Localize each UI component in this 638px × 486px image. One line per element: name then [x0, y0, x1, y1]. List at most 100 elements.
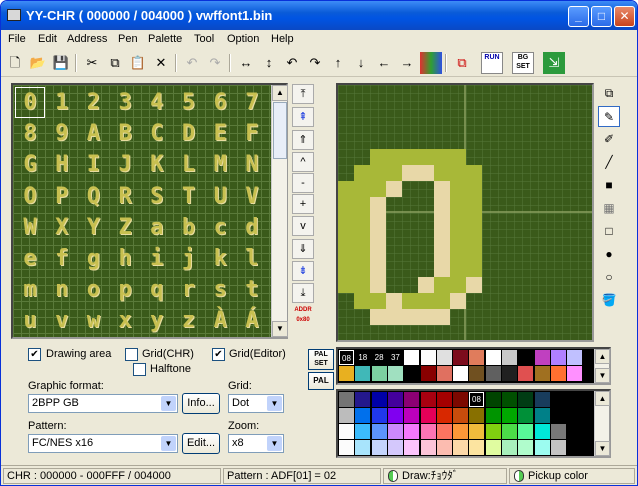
color-cell[interactable]: [404, 392, 420, 407]
scroll-up-button[interactable]: ▲: [272, 85, 288, 101]
tile-51[interactable]: p: [110, 274, 140, 305]
tile-25[interactable]: P: [47, 181, 77, 212]
tile-35[interactable]: Z: [110, 212, 140, 243]
tile-47[interactable]: l: [237, 243, 267, 274]
color-cell[interactable]: [518, 408, 534, 423]
menu-option[interactable]: Option: [227, 33, 259, 45]
tile-57[interactable]: v: [47, 305, 77, 336]
tile-scrollbar[interactable]: ▲ ▼: [271, 85, 288, 337]
copy-icon[interactable]: ⧉: [104, 52, 126, 74]
info-button[interactable]: Info...: [182, 393, 220, 414]
palette-swatch[interactable]: [436, 366, 452, 381]
tile-14[interactable]: E: [205, 118, 235, 149]
tile-5[interactable]: 5: [174, 87, 204, 118]
run-button[interactable]: RUN: [481, 52, 503, 74]
color-cell[interactable]: [453, 440, 469, 455]
new-icon[interactable]: 🗋: [4, 52, 26, 74]
color-cell[interactable]: [453, 408, 469, 423]
tile-17[interactable]: H: [47, 149, 77, 180]
palette-swatch[interactable]: [485, 350, 501, 365]
color-cell[interactable]: [371, 424, 387, 439]
palette-swatch[interactable]: [469, 350, 485, 365]
tile-26[interactable]: Q: [78, 181, 108, 212]
palette-swatch[interactable]: [502, 350, 517, 365]
tile-42[interactable]: g: [78, 243, 108, 274]
color-cell[interactable]: [436, 408, 452, 423]
circle-tool-icon[interactable]: ○: [598, 267, 620, 288]
palette-swatch[interactable]: [387, 366, 403, 381]
color-cell[interactable]: [534, 408, 550, 423]
palette-swatch[interactable]: [485, 366, 501, 381]
filled-rect-tool-icon[interactable]: ■: [598, 175, 620, 196]
tile-8[interactable]: 8: [15, 118, 45, 149]
color-cell[interactable]: [420, 440, 436, 455]
tile-54[interactable]: s: [205, 274, 235, 305]
tile-28[interactable]: S: [142, 181, 172, 212]
palette-swatch[interactable]: [550, 366, 566, 381]
delete-icon[interactable]: ✕: [150, 52, 172, 74]
grid-chr-checkbox[interactable]: [125, 348, 138, 361]
tile-15[interactable]: F: [237, 118, 267, 149]
shift-up-icon[interactable]: ↑: [327, 52, 349, 74]
tile-43[interactable]: h: [110, 243, 140, 274]
tile-23[interactable]: N: [237, 149, 267, 180]
color-cell[interactable]: [550, 408, 566, 423]
nav-button-4[interactable]: -: [292, 173, 314, 193]
tile-41[interactable]: f: [47, 243, 77, 274]
color-cell[interactable]: [550, 440, 566, 455]
color-cell[interactable]: [355, 440, 371, 455]
menu-palette[interactable]: Palette: [148, 33, 182, 45]
color-cell[interactable]: [355, 408, 371, 423]
tile-36[interactable]: a: [142, 212, 172, 243]
nav-button-7[interactable]: ⇓: [292, 239, 314, 259]
color-cell[interactable]: [355, 392, 371, 407]
brush-tool-icon[interactable]: ✐: [598, 129, 620, 150]
tile-61[interactable]: z: [174, 305, 204, 336]
tile-46[interactable]: k: [205, 243, 235, 274]
flip-horizontal-icon[interactable]: ↔: [235, 52, 257, 74]
color-cell[interactable]: [502, 408, 517, 423]
color-cell[interactable]: [387, 392, 403, 407]
color-cell[interactable]: [436, 440, 452, 455]
edit-button[interactable]: Edit...: [182, 433, 220, 454]
color-cell[interactable]: [404, 424, 420, 439]
tile-59[interactable]: x: [110, 305, 140, 336]
export-icon[interactable]: ⇲: [543, 52, 565, 74]
tile-39[interactable]: d: [237, 212, 267, 243]
color-cell[interactable]: [518, 424, 534, 439]
palette-swatch[interactable]: [404, 366, 420, 381]
color-cell[interactable]: [534, 424, 550, 439]
tile-40[interactable]: e: [15, 243, 45, 274]
menu-edit[interactable]: Edit: [38, 33, 57, 45]
color-cell[interactable]: [567, 408, 583, 423]
color-scroll-up[interactable]: ▲: [595, 391, 610, 406]
tile-11[interactable]: B: [110, 118, 140, 149]
palette-swatch[interactable]: [339, 366, 354, 381]
color-cell[interactable]: [485, 408, 501, 423]
scroll-down-button[interactable]: ▼: [272, 321, 288, 337]
color-cell[interactable]: [371, 392, 387, 407]
tile-34[interactable]: Y: [78, 212, 108, 243]
palette-scroll-down[interactable]: ▼: [595, 368, 610, 383]
palette-swatch[interactable]: [518, 366, 534, 381]
pal-set-button[interactable]: PAL SET: [308, 349, 334, 370]
palette-swatch[interactable]: [469, 366, 485, 381]
palette-index[interactable]: 28: [372, 350, 387, 365]
nav-button-3[interactable]: ^: [292, 152, 314, 172]
tile-19[interactable]: J: [110, 149, 140, 180]
color-cell[interactable]: [469, 424, 485, 439]
tile-44[interactable]: i: [142, 243, 172, 274]
tile-32[interactable]: W: [15, 212, 45, 243]
palette-swatch[interactable]: [371, 366, 387, 381]
color-cell[interactable]: [567, 424, 583, 439]
color-cell[interactable]: [518, 440, 534, 455]
color-cell[interactable]: [550, 392, 566, 407]
palette-strip[interactable]: 08 18 28 37 ▲ ▼: [336, 347, 611, 385]
color-cell[interactable]: [339, 408, 354, 423]
tile-48[interactable]: m: [15, 274, 45, 305]
color-cell[interactable]: [339, 424, 354, 439]
fill-tool-icon[interactable]: 🪣: [598, 290, 620, 311]
tile-60[interactable]: y: [142, 305, 172, 336]
color-cell[interactable]: [485, 392, 501, 407]
tile-10[interactable]: A: [78, 118, 108, 149]
